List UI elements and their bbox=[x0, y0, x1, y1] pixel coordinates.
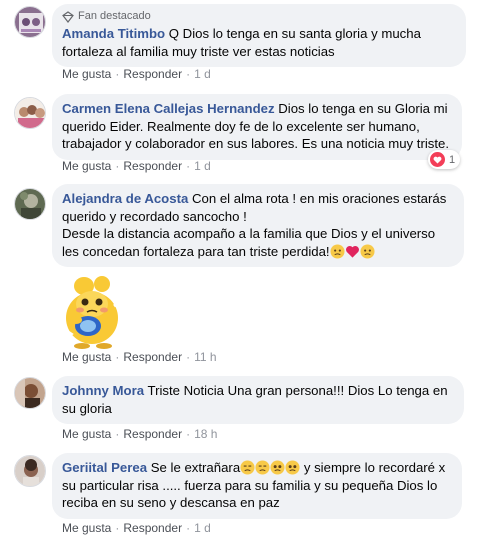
like-button[interactable]: Me gusta bbox=[62, 521, 111, 535]
avatar[interactable] bbox=[14, 377, 46, 409]
comment-actions: Me gusta · Responder · 1 d bbox=[62, 159, 211, 173]
comment-body: Se le extrañara bbox=[150, 460, 241, 475]
comment-actions: Me gusta · Responder · 1 d bbox=[62, 521, 211, 535]
timestamp[interactable]: 18 h bbox=[194, 427, 217, 441]
like-button[interactable]: Me gusta bbox=[62, 159, 111, 173]
sad-emoji-icon bbox=[240, 460, 255, 475]
reply-button[interactable]: Responder bbox=[123, 427, 182, 441]
timestamp[interactable]: 1 d bbox=[194, 159, 211, 173]
reply-button[interactable]: Responder bbox=[123, 159, 182, 173]
like-button[interactable]: Me gusta bbox=[62, 427, 111, 441]
reaction-number: 1 bbox=[449, 153, 456, 166]
author-name[interactable]: Geriital Perea bbox=[62, 460, 147, 475]
avatar[interactable] bbox=[14, 97, 46, 129]
comment-actions: Me gusta · Responder · 11 h bbox=[62, 350, 217, 364]
comment-text: Carmen Elena Callejas Hernandez Dios lo … bbox=[62, 100, 452, 153]
comment-body-line2: Desde la distancia acompaño a la familia… bbox=[62, 226, 436, 259]
comment-bubble: Alejandra de Acosta Con el alma rota ! e… bbox=[52, 184, 464, 267]
timestamp[interactable]: 11 h bbox=[194, 350, 216, 364]
comment-text: Johnny Mora Triste Noticia Una gran pers… bbox=[62, 382, 454, 417]
reply-button[interactable]: Responder bbox=[123, 521, 182, 535]
avatar[interactable] bbox=[14, 455, 46, 487]
like-button[interactable]: Me gusta bbox=[62, 67, 111, 81]
comment-text: Amanda Titimbo Q Dios lo tenga en su san… bbox=[62, 25, 456, 60]
sad-emoji-icon bbox=[270, 460, 285, 475]
reply-button[interactable]: Responder bbox=[123, 67, 182, 81]
avatar[interactable] bbox=[14, 188, 46, 220]
timestamp[interactable]: 1 d bbox=[194, 67, 211, 81]
comment-text: Alejandra de Acosta Con el alma rota ! e… bbox=[62, 190, 454, 225]
comment-actions: Me gusta · Responder · 18 h bbox=[62, 427, 218, 441]
comment-bubble: Carmen Elena Callejas Hernandez Dios lo … bbox=[52, 94, 462, 160]
author-name[interactable]: Alejandra de Acosta bbox=[62, 191, 188, 206]
sad-emoji-icon bbox=[330, 243, 345, 259]
fan-badge: Fan destacado bbox=[62, 10, 456, 23]
like-button[interactable]: Me gusta bbox=[62, 350, 111, 364]
sad-emoji-icon bbox=[255, 460, 270, 475]
timestamp[interactable]: 1 d bbox=[194, 521, 211, 535]
heart-emoji-icon bbox=[345, 245, 359, 258]
sticker-image[interactable] bbox=[52, 268, 132, 350]
avatar[interactable] bbox=[14, 6, 46, 38]
sad-emoji-icon bbox=[285, 460, 300, 475]
comment-bubble: Fan destacado Amanda Titimbo Q Dios lo t… bbox=[52, 4, 466, 67]
comment-actions: Me gusta · Responder · 1 d bbox=[62, 67, 211, 81]
star-badge-icon bbox=[62, 10, 74, 23]
author-name[interactable]: Amanda Titimbo bbox=[62, 26, 165, 41]
heart-reaction-icon bbox=[430, 152, 445, 167]
comment-bubble: Johnny Mora Triste Noticia Una gran pers… bbox=[52, 376, 464, 424]
reply-button[interactable]: Responder bbox=[123, 350, 182, 364]
comment-bubble: Geriital Perea Se le extrañara y siempre… bbox=[52, 453, 462, 519]
author-name[interactable]: Carmen Elena Callejas Hernandez bbox=[62, 101, 275, 116]
badge-label: Fan destacado bbox=[78, 10, 151, 22]
comment-text: Geriital Perea Se le extrañara y siempre… bbox=[62, 459, 452, 512]
author-name[interactable]: Johnny Mora bbox=[62, 383, 144, 398]
reaction-count[interactable]: 1 bbox=[428, 150, 461, 169]
sad-emoji-icon bbox=[360, 243, 375, 259]
